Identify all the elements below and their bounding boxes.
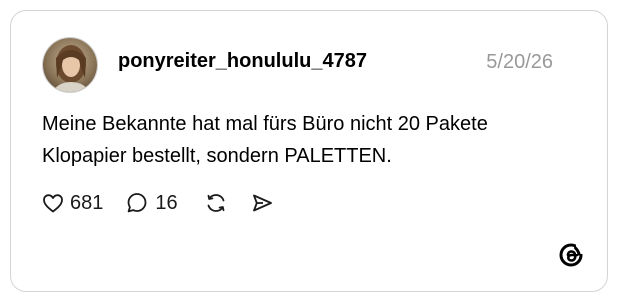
heart-icon (43, 194, 63, 213)
post-text-line: Klopapier bestellt, sondern PALETTEN. (42, 145, 392, 167)
post-text: Meine Bekannte hat mal fürs Büro nicht 2… (42, 108, 582, 172)
repost-arrows-icon (207, 194, 225, 212)
threads-logo-icon[interactable] (557, 241, 585, 269)
share-button[interactable] (250, 191, 274, 215)
action-bar: 681 16 (41, 189, 274, 217)
avatar[interactable] (42, 37, 98, 93)
post-text-line: Meine Bekannte hat mal fürs Büro nicht 2… (42, 113, 488, 135)
like-button[interactable]: 681 (41, 191, 103, 215)
speech-bubble-icon (127, 193, 147, 213)
reply-button[interactable]: 16 (125, 191, 178, 215)
post-card: ponyreiter_honululu_4787 5/20/26 Meine B… (10, 10, 608, 292)
reply-count: 16 (155, 191, 178, 214)
like-count: 681 (70, 191, 104, 214)
send-icon (252, 194, 272, 212)
post-date: 5/20/26 (486, 51, 553, 73)
repost-button[interactable] (204, 191, 228, 215)
username[interactable]: ponyreiter_honululu_4787 (118, 50, 367, 73)
